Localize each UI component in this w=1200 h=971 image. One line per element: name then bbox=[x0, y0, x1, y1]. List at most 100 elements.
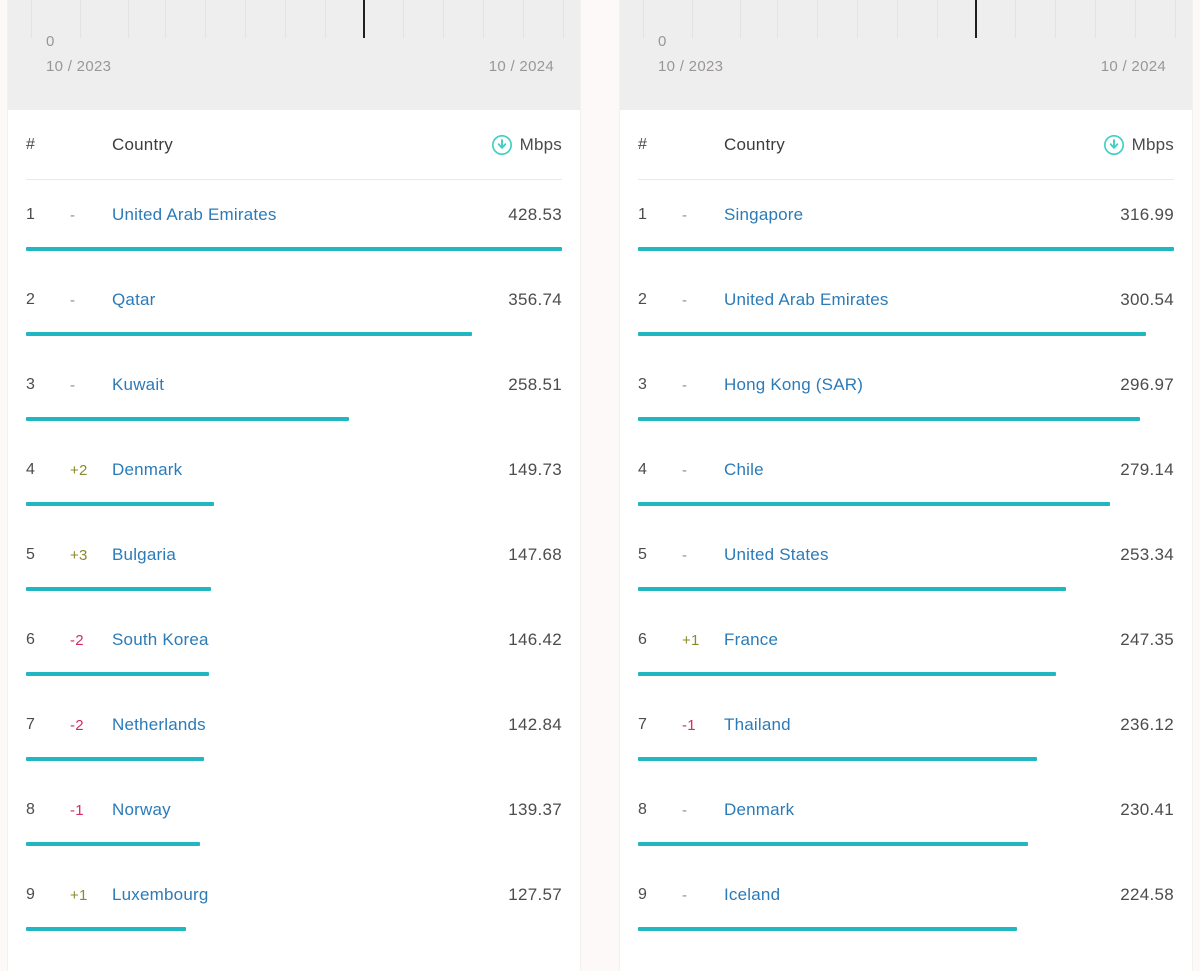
row-country-link[interactable]: Singapore bbox=[724, 205, 1120, 225]
row-rank-change: - bbox=[70, 206, 76, 224]
chart-gridline bbox=[482, 0, 484, 38]
row-country-link[interactable]: Denmark bbox=[112, 460, 508, 480]
chart-gridline bbox=[777, 0, 779, 38]
ranking-panel-left: 0 10 / 2023 10 / 2024 # Country Mbps 1 -… bbox=[8, 0, 580, 971]
row-rank-change: - bbox=[682, 461, 688, 479]
row-speed-value: 253.34 bbox=[1120, 545, 1174, 564]
table-row[interactable]: 9 +1 Luxembourg 127.57 bbox=[24, 864, 564, 949]
chart-gridline bbox=[897, 0, 899, 38]
row-rank: 7 bbox=[26, 716, 36, 733]
column-header-metric-left[interactable]: Mbps bbox=[491, 134, 562, 156]
row-country-link[interactable]: Iceland bbox=[724, 885, 1120, 905]
table-row[interactable]: 7 -1 Thailand 236.12 bbox=[636, 694, 1176, 779]
chart-gridline bbox=[740, 0, 742, 38]
row-rank: 3 bbox=[26, 376, 36, 393]
row-rank-change: -1 bbox=[70, 801, 84, 819]
row-bar-track bbox=[638, 332, 1174, 336]
row-country-link[interactable]: Netherlands bbox=[112, 715, 508, 735]
row-rank: 6 bbox=[638, 631, 648, 648]
row-rank-change: - bbox=[682, 801, 688, 819]
row-bar-track bbox=[26, 417, 562, 421]
row-rank-change: - bbox=[682, 206, 688, 224]
chart-gridline bbox=[1134, 0, 1136, 38]
table-row[interactable]: 1 - United Arab Emirates 428.53 bbox=[24, 184, 564, 269]
row-bar-track bbox=[26, 672, 562, 676]
chart-gridline bbox=[974, 0, 976, 38]
column-header-country-right[interactable]: Country bbox=[724, 135, 1103, 155]
column-header-rank-left: # bbox=[26, 135, 35, 153]
chart-gridline bbox=[30, 0, 32, 38]
table-row[interactable]: 9 - Iceland 224.58 bbox=[636, 864, 1176, 949]
table-row[interactable]: 8 - Denmark 230.41 bbox=[636, 779, 1176, 864]
chart-marker-line bbox=[362, 0, 365, 38]
row-bar-fill bbox=[638, 927, 1018, 931]
row-country-link[interactable]: Thailand bbox=[724, 715, 1120, 735]
table-row[interactable]: 6 +1 France 247.35 bbox=[636, 609, 1176, 694]
row-bar-track bbox=[26, 587, 562, 591]
row-rank-change: +2 bbox=[70, 461, 88, 479]
chart-gridline bbox=[691, 0, 693, 38]
table-row[interactable]: 1 - Singapore 316.99 bbox=[636, 184, 1176, 269]
row-country-link[interactable]: United States bbox=[724, 545, 1120, 565]
table-row[interactable]: 2 - Qatar 356.74 bbox=[24, 269, 564, 354]
row-rank: 2 bbox=[26, 291, 36, 308]
table-row[interactable]: 4 - Chile 279.14 bbox=[636, 439, 1176, 524]
chart-gridline bbox=[245, 0, 247, 38]
row-bar-fill bbox=[26, 842, 201, 846]
ranking-table-right: # Country Mbps 1 - Singapore 316.99 2 - United… bbox=[620, 110, 1192, 971]
row-country-link[interactable]: Luxembourg bbox=[112, 885, 508, 905]
trend-chart-left: 0 10 / 2023 10 / 2024 bbox=[8, 0, 580, 110]
row-speed-value: 296.97 bbox=[1120, 375, 1174, 394]
table-row[interactable]: 5 +3 Bulgaria 147.68 bbox=[24, 524, 564, 609]
table-row[interactable]: 3 - Hong Kong (SAR) 296.97 bbox=[636, 354, 1176, 439]
table-row[interactable]: 8 -1 Norway 139.37 bbox=[24, 779, 564, 864]
row-country-link[interactable]: Bulgaria bbox=[112, 545, 508, 565]
table-rows-left: 1 - United Arab Emirates 428.53 2 - Qatar 356.7… bbox=[24, 180, 564, 949]
chart-gridline bbox=[402, 0, 404, 38]
table-row[interactable]: 3 - Kuwait 258.51 bbox=[24, 354, 564, 439]
row-speed-value: 230.41 bbox=[1120, 800, 1174, 819]
row-country-link[interactable]: Hong Kong (SAR) bbox=[724, 375, 1120, 395]
chart-axis-dates-right: 10 / 2023 10 / 2024 bbox=[658, 58, 1166, 75]
row-rank-change: -2 bbox=[70, 716, 84, 734]
chart-marker-line bbox=[974, 0, 977, 38]
row-speed-value: 224.58 bbox=[1120, 885, 1174, 904]
row-country-link[interactable]: United Arab Emirates bbox=[112, 205, 508, 225]
column-header-rank-right: # bbox=[638, 135, 647, 153]
table-row[interactable]: 7 -2 Netherlands 142.84 bbox=[24, 694, 564, 779]
row-bar-fill bbox=[638, 502, 1111, 506]
row-country-link[interactable]: United Arab Emirates bbox=[724, 290, 1120, 310]
table-row[interactable]: 5 - United States 253.34 bbox=[636, 524, 1176, 609]
row-country-link[interactable]: Qatar bbox=[112, 290, 508, 310]
row-country-link[interactable]: Kuwait bbox=[112, 375, 508, 395]
trend-chart-right: 0 10 / 2023 10 / 2024 bbox=[620, 0, 1192, 110]
row-rank: 9 bbox=[26, 886, 36, 903]
column-header-metric-label-left: Mbps bbox=[519, 134, 562, 154]
table-row[interactable]: 4 +2 Denmark 149.73 bbox=[24, 439, 564, 524]
chart-gridline bbox=[1094, 0, 1096, 38]
row-bar-fill bbox=[26, 247, 562, 251]
row-speed-value: 247.35 bbox=[1120, 630, 1174, 649]
row-speed-value: 428.53 bbox=[508, 205, 562, 224]
table-row[interactable]: 6 -2 South Korea 146.42 bbox=[24, 609, 564, 694]
column-header-metric-label-right: Mbps bbox=[1131, 134, 1174, 154]
row-country-link[interactable]: Denmark bbox=[724, 800, 1120, 820]
row-bar-track bbox=[638, 247, 1174, 251]
row-speed-value: 356.74 bbox=[508, 290, 562, 309]
row-rank-change: +1 bbox=[682, 631, 700, 649]
row-rank-change: - bbox=[682, 376, 688, 394]
chart-gridline bbox=[362, 0, 364, 38]
column-header-metric-right[interactable]: Mbps bbox=[1103, 134, 1174, 156]
row-bar-fill bbox=[26, 587, 211, 591]
table-row[interactable]: 2 - United Arab Emirates 300.54 bbox=[636, 269, 1176, 354]
row-country-link[interactable]: Norway bbox=[112, 800, 508, 820]
chart-gridline bbox=[79, 0, 81, 38]
column-header-country-left[interactable]: Country bbox=[112, 135, 491, 155]
row-bar-fill bbox=[26, 757, 205, 761]
row-country-link[interactable]: South Korea bbox=[112, 630, 508, 650]
row-speed-value: 236.12 bbox=[1120, 715, 1174, 734]
chart-gridline bbox=[522, 0, 524, 38]
row-country-link[interactable]: Chile bbox=[724, 460, 1120, 480]
row-country-link[interactable]: France bbox=[724, 630, 1120, 650]
chart-gridline bbox=[285, 0, 287, 38]
